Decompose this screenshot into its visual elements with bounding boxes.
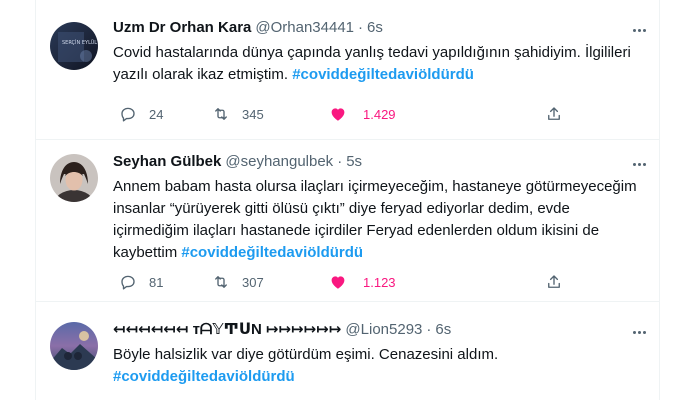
separator-dot: · <box>426 321 432 338</box>
reply-icon <box>121 275 135 290</box>
more-options-icon[interactable] <box>629 322 649 342</box>
avatar[interactable]: SERÇİN EYLÜL <box>50 22 98 70</box>
user-handle[interactable]: @Orhan34441 <box>255 19 354 36</box>
retweet-button[interactable]: 307 <box>212 270 264 294</box>
more-options-icon[interactable] <box>629 154 649 174</box>
user-handle[interactable]: @Lion5293 <box>345 321 422 338</box>
display-name[interactable]: ↤↤↤↤↤↤ ᴛᗩ𝕐ͲᑌN ↦↦↦↦↦↦ <box>113 321 341 338</box>
separator-dot: · <box>337 153 343 170</box>
reply-count: 24 <box>149 106 164 122</box>
share-icon <box>548 275 560 288</box>
tweet-body: Böyle halsizlik var diye götürdüm eşimi.… <box>113 346 499 363</box>
retweet-icon <box>215 108 227 120</box>
retweet-count: 307 <box>242 274 264 290</box>
tweet-header: Uzm Dr Orhan Kara @Orhan34441 · 6s <box>113 18 383 38</box>
retweet-icon <box>215 276 227 288</box>
timeline: SERÇİN EYLÜL Uzm Dr Orhan Kara @Orhan3444… <box>35 0 660 400</box>
display-name[interactable]: Seyhan Gülbek <box>113 153 221 170</box>
timestamp[interactable]: 6s <box>435 321 451 338</box>
tweet-header: ↤↤↤↤↤↤ ᴛᗩ𝕐ͲᑌN ↦↦↦↦↦↦ @Lion5293 · 6s <box>113 320 451 340</box>
hashtag-link[interactable]: #coviddeğiltedaviöldürdü <box>292 66 474 83</box>
like-button[interactable]: 1.123 <box>329 270 396 294</box>
heart-icon <box>331 276 345 289</box>
like-count: 1.429 <box>363 106 396 122</box>
like-count: 1.123 <box>363 274 396 290</box>
tweet-actions: 81 307 1.123 <box>113 270 633 294</box>
share-button[interactable] <box>545 102 563 126</box>
heart-icon <box>331 108 345 121</box>
reply-button[interactable]: 24 <box>119 102 163 126</box>
avatar[interactable] <box>50 154 98 202</box>
tweet[interactable]: Seyhan Gülbek @seyhangulbek · 5s Annem baba… <box>36 140 659 302</box>
like-button[interactable]: 1.429 <box>329 102 396 126</box>
timestamp[interactable]: 5s <box>346 153 362 170</box>
separator-dot: · <box>358 19 364 36</box>
reply-count: 81 <box>149 274 164 290</box>
avatar-lettering: SERÇİN EYLÜL <box>62 39 97 46</box>
retweet-count: 345 <box>242 106 264 122</box>
display-name[interactable]: Uzm Dr Orhan Kara <box>113 19 251 36</box>
tweet-text: Annem babam hasta olursa ilaçları içirme… <box>113 176 648 264</box>
tweet-text: Covid hastalarında dünya çapında yanlış … <box>113 42 648 86</box>
share-button[interactable] <box>545 270 563 294</box>
reply-icon <box>121 107 135 122</box>
timestamp[interactable]: 6s <box>367 19 383 36</box>
hashtag-link[interactable]: #coviddeğiltedaviöldürdü <box>181 244 363 261</box>
tweet-text: Böyle halsizlik var diye götürdüm eşimi.… <box>113 344 648 388</box>
tweet[interactable]: SERÇİN EYLÜL Uzm Dr Orhan Kara @Orhan3444… <box>36 0 659 140</box>
tweet[interactable]: ↤↤↤↤↤↤ ᴛᗩ𝕐ͲᑌN ↦↦↦↦↦↦ @Lion5293 · 6s Böyle h… <box>36 302 659 400</box>
tweet-header: Seyhan Gülbek @seyhangulbek · 5s <box>113 152 362 172</box>
hashtag-link[interactable]: #coviddeğiltedaviöldürdü <box>113 366 648 388</box>
avatar[interactable] <box>50 322 98 370</box>
share-icon <box>548 107 560 120</box>
tweet-actions: 24 345 1.429 <box>113 102 633 126</box>
retweet-button[interactable]: 345 <box>212 102 264 126</box>
user-handle[interactable]: @seyhangulbek <box>225 153 333 170</box>
reply-button[interactable]: 81 <box>119 270 163 294</box>
more-options-icon[interactable] <box>629 20 649 40</box>
